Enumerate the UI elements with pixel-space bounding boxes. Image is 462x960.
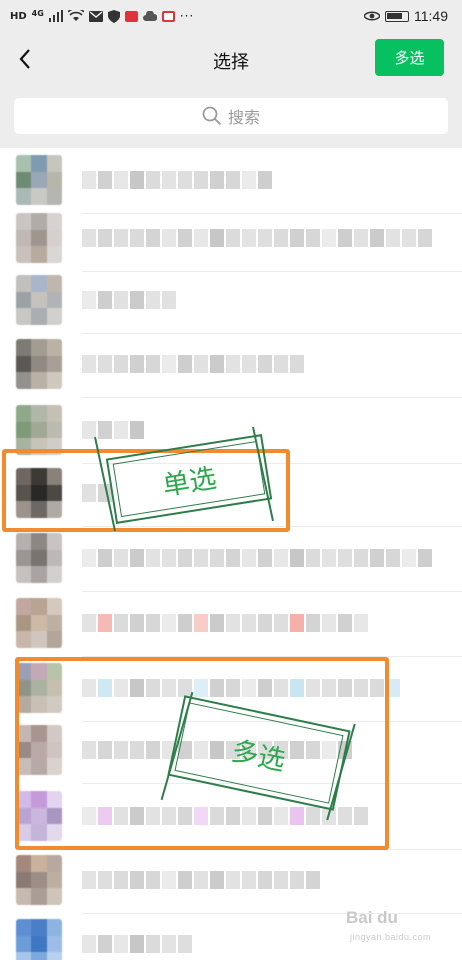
watermark-subtitle: jingyan.baidu.com xyxy=(350,932,432,942)
avatar xyxy=(16,405,62,455)
contact-name-blurred xyxy=(82,421,144,439)
contact-name-blurred xyxy=(82,871,320,889)
contact-row[interactable] xyxy=(0,332,462,398)
contact-name-blurred xyxy=(82,549,432,567)
watermark-brand: Bai du xyxy=(346,908,398,927)
contact-row[interactable] xyxy=(0,148,462,214)
cloud-icon xyxy=(142,11,157,21)
multi-select-button[interactable]: 多选 xyxy=(375,39,444,76)
avatar xyxy=(16,598,62,648)
status-left: HD 4G ··· xyxy=(10,8,195,24)
search-icon xyxy=(202,106,222,126)
signal-type: 4G xyxy=(31,8,44,18)
network-type: HD xyxy=(10,10,27,22)
shield-icon xyxy=(107,9,120,23)
contact-row[interactable] xyxy=(0,848,462,914)
back-button[interactable] xyxy=(10,44,40,74)
eye-icon xyxy=(364,11,380,21)
contact-row[interactable] xyxy=(0,591,462,657)
chevron-left-icon xyxy=(19,49,30,69)
avatar xyxy=(16,213,62,263)
contact-name-blurred xyxy=(82,171,272,189)
baidu-watermark: Bai du jingyan.baidu.com xyxy=(346,908,450,948)
contact-name-blurred xyxy=(82,291,176,309)
wifi-icon xyxy=(67,10,84,21)
avatar xyxy=(16,533,62,583)
app-badge-icon xyxy=(161,10,175,22)
app-notification-icon xyxy=(124,10,138,22)
contact-name-blurred xyxy=(82,935,192,953)
avatar xyxy=(16,155,62,205)
multi-select-label: 多选 xyxy=(228,735,289,777)
status-right: 11:49 xyxy=(364,8,448,24)
avatar xyxy=(16,919,62,960)
contact-row[interactable] xyxy=(0,206,462,272)
avatar xyxy=(16,275,62,325)
status-time: 11:49 xyxy=(414,8,448,24)
search-input[interactable]: 搜索 xyxy=(14,98,448,134)
contact-name-blurred xyxy=(82,355,304,373)
contact-row[interactable] xyxy=(0,526,462,592)
contact-row[interactable] xyxy=(0,268,462,334)
status-bar: HD 4G ··· 11:49 xyxy=(0,0,462,32)
search-placeholder: 搜索 xyxy=(227,108,260,127)
signal-icon xyxy=(48,10,63,22)
contact-name-blurred xyxy=(82,614,368,632)
battery-icon xyxy=(385,10,409,22)
contact-name-blurred xyxy=(82,229,432,247)
mail-icon xyxy=(88,10,103,22)
nav-bar: 选择 多选 xyxy=(0,32,462,88)
more-notifications-icon: ··· xyxy=(179,9,195,23)
avatar xyxy=(16,339,62,389)
single-select-label: 单选 xyxy=(160,462,219,502)
avatar xyxy=(16,855,62,905)
